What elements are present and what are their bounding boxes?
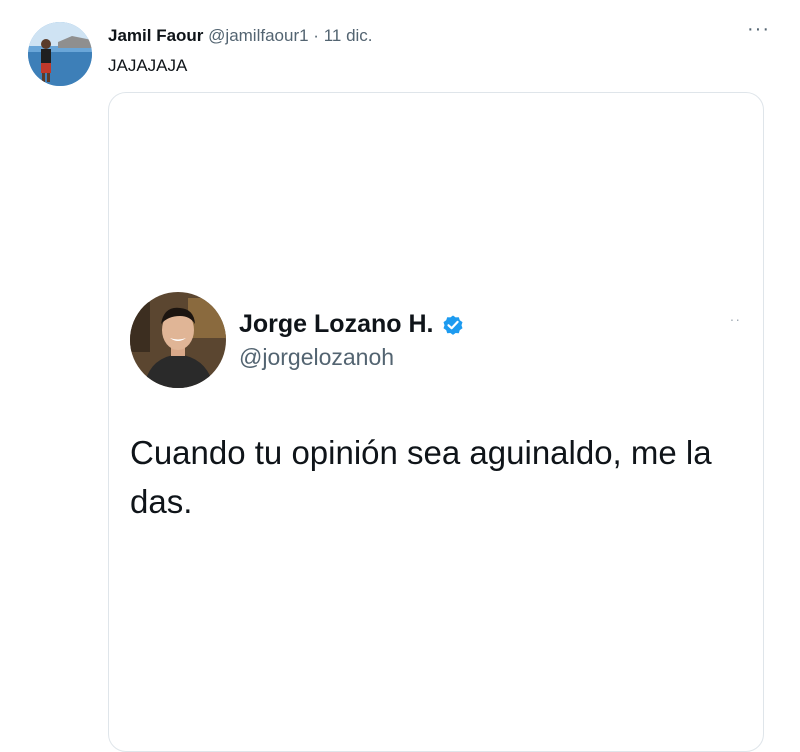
embedded-author-name[interactable]: Jorge Lozano H. (239, 310, 433, 339)
tweet-date[interactable]: 11 dic. (324, 26, 373, 45)
separator-dot: · (313, 26, 319, 45)
more-icon: ·· (729, 311, 741, 327)
author-handle[interactable]: @jamilfaour1 (208, 26, 308, 45)
author-header: Jamil Faour @jamilfaour1 · 11 dic. (108, 26, 373, 46)
author-avatar[interactable] (28, 22, 92, 86)
author-name[interactable]: Jamil Faour (108, 26, 203, 45)
tweet: Jamil Faour @jamilfaour1 · 11 dic. ··· J… (0, 0, 800, 752)
embedded-author-handle[interactable]: @jorgelozanoh (239, 344, 394, 371)
tweet-text: JAJAJAJA (108, 56, 188, 75)
more-icon: ··· (747, 18, 770, 40)
embedded-tweet-text: Cuando tu opinión sea aguinaldo, me la d… (130, 434, 712, 520)
profile-photo-icon (130, 292, 226, 388)
embedded-author-avatar[interactable] (130, 292, 226, 388)
embedded-more-options-button[interactable]: ·· (730, 311, 741, 327)
embedded-tweet-card[interactable]: Jorge Lozano H. @jorgelozanoh ·· Cuando … (108, 92, 764, 752)
more-options-button[interactable]: ··· (747, 18, 770, 41)
embedded-author-header: Jorge Lozano H. (239, 310, 465, 339)
profile-photo-icon (28, 22, 92, 86)
verified-badge-icon (441, 313, 465, 337)
